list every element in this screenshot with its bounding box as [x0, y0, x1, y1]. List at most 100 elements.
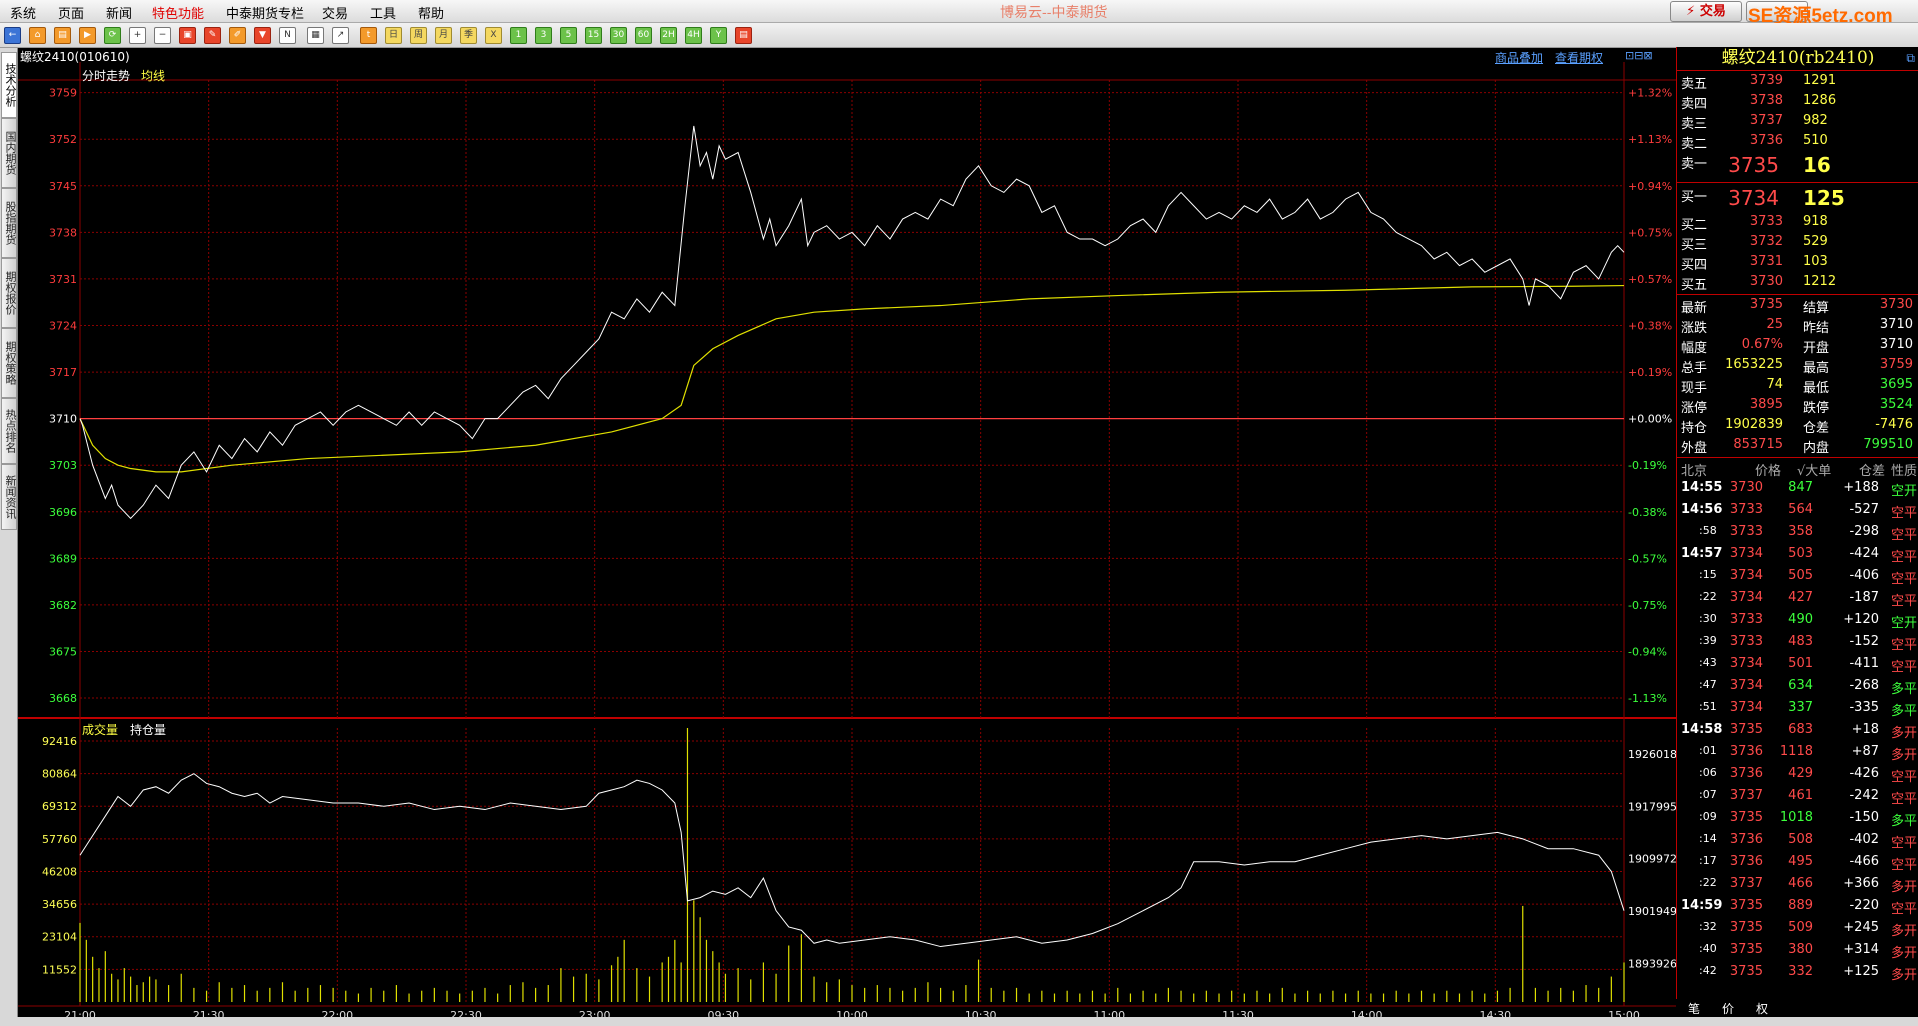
- bid-price: 3730: [1749, 274, 1783, 289]
- tick-tab-0[interactable]: 笔: [1688, 1000, 1700, 1017]
- tick-time: :15: [1699, 568, 1717, 581]
- ask-row[interactable]: 卖三 3737 982: [1677, 112, 1918, 132]
- tick-row[interactable]: 14:59 3735 889 -220 空平: [1677, 897, 1918, 919]
- bid-label: 买四: [1681, 258, 1708, 273]
- bid-label: 买二: [1681, 218, 1708, 233]
- tick-row[interactable]: :15 3734 505 -406 空平: [1677, 567, 1918, 589]
- tick-row[interactable]: 14:58 3735 683 +18 多开: [1677, 721, 1918, 743]
- stat-row[interactable]: 持仓 1902839 仓差 -7476: [1677, 416, 1918, 436]
- bid-row[interactable]: 买三 3732 529: [1677, 233, 1918, 253]
- ticks-header-price: 价格: [1755, 464, 1782, 479]
- stat-row[interactable]: 涨停 3895 跌停 3524: [1677, 396, 1918, 416]
- stat-value: 3759: [1879, 357, 1913, 372]
- stat-label: 结算: [1803, 301, 1830, 316]
- bid-row[interactable]: 买二 3733 918: [1677, 213, 1918, 233]
- tick-price: 3735: [1729, 810, 1763, 825]
- price-tick-label: 3710: [49, 413, 77, 426]
- tick-tab-1[interactable]: 价: [1722, 1000, 1734, 1017]
- tick-row[interactable]: :32 3735 509 +245 多开: [1677, 919, 1918, 941]
- tick-row[interactable]: :39 3733 483 -152 空平: [1677, 633, 1918, 655]
- options-link[interactable]: 查看期权: [1555, 49, 1603, 66]
- stat-value: 3895: [1749, 397, 1783, 412]
- chart-window-controls[interactable]: ⊡⊟⊠: [1625, 49, 1653, 62]
- chart-area[interactable]: 21:00 21:30 22:00 22:30 23:00 09:30 10:00 10:30…: [0, 0, 1676, 1026]
- stat-row[interactable]: 外盘 853715 内盘 799510: [1677, 436, 1918, 456]
- stat-value: 799510: [1863, 437, 1913, 452]
- tick-oi-change: -466: [1849, 854, 1879, 869]
- tick-row[interactable]: 14:56 3733 564 -527 空平: [1677, 501, 1918, 523]
- pct-tick-label: -0.57%: [1628, 552, 1667, 565]
- tick-row[interactable]: :30 3733 490 +120 空开: [1677, 611, 1918, 633]
- tick-price: 3736: [1729, 832, 1763, 847]
- tick-tab-2[interactable]: 权: [1756, 1000, 1768, 1017]
- tick-price: 3735: [1729, 964, 1763, 979]
- price-tick-label: 3724: [49, 319, 77, 332]
- intraday-tab[interactable]: 分时走势: [82, 67, 130, 84]
- tick-oi-change: -406: [1849, 568, 1879, 583]
- tick-price: 3735: [1729, 898, 1763, 913]
- tick-oi-change: -242: [1849, 788, 1879, 803]
- tick-row[interactable]: :58 3733 358 -298 空平: [1677, 523, 1918, 545]
- stat-row[interactable]: 幅度 0.67% 开盘 3710: [1677, 336, 1918, 356]
- tick-row[interactable]: 14:55 3730 847 +188 空开: [1677, 479, 1918, 501]
- tick-oi-change: -335: [1849, 700, 1879, 715]
- avg-line-tab[interactable]: 均线: [141, 67, 165, 84]
- ask-row[interactable]: 卖四 3738 1286: [1677, 92, 1918, 112]
- tick-row[interactable]: :06 3736 429 -426 空平: [1677, 765, 1918, 787]
- panel-restore-icon[interactable]: ⧉: [1906, 51, 1915, 66]
- bid-row[interactable]: 买一 3734 125: [1677, 185, 1918, 213]
- stat-row[interactable]: 涨跌 25 昨结 3710: [1677, 316, 1918, 336]
- bid-row[interactable]: 买四 3731 103: [1677, 253, 1918, 273]
- stat-row[interactable]: 现手 74 最低 3695: [1677, 376, 1918, 396]
- ticks-header-oi: 仓差: [1859, 464, 1886, 479]
- ask-row[interactable]: 卖二 3736 510: [1677, 132, 1918, 152]
- tick-volume: 503: [1788, 546, 1813, 561]
- tick-row[interactable]: 14:57 3734 503 -424 空平: [1677, 545, 1918, 567]
- overlay-link[interactable]: 商品叠加: [1495, 49, 1543, 66]
- tick-volume: 429: [1788, 766, 1813, 781]
- tick-time: :01: [1699, 744, 1717, 757]
- tick-price: 3737: [1729, 788, 1763, 803]
- tick-row[interactable]: :40 3735 380 +314 多开: [1677, 941, 1918, 963]
- tick-row[interactable]: :22 3734 427 -187 空平: [1677, 589, 1918, 611]
- tick-row[interactable]: :14 3736 508 -402 空平: [1677, 831, 1918, 853]
- tick-oi-change: +18: [1851, 722, 1879, 737]
- tick-volume: 509: [1788, 920, 1813, 935]
- stat-value: 3710: [1879, 317, 1913, 332]
- ask-row[interactable]: 卖一 3735 16: [1677, 152, 1918, 180]
- tick-row[interactable]: :42 3735 332 +125 多开: [1677, 963, 1918, 985]
- bid-row[interactable]: 买五 3730 1212: [1677, 273, 1918, 293]
- volume-tab[interactable]: 成交量: [82, 721, 118, 738]
- bid-volume: 529: [1803, 234, 1828, 249]
- tick-row[interactable]: :22 3737 466 +366 多开: [1677, 875, 1918, 897]
- stat-label: 最新: [1681, 301, 1708, 316]
- ask-row[interactable]: 卖五 3739 1291: [1677, 72, 1918, 92]
- tick-row[interactable]: :01 3736 1118 +87 多开: [1677, 743, 1918, 765]
- stat-value: 3524: [1879, 397, 1913, 412]
- tick-volume: 466: [1788, 876, 1813, 891]
- tick-oi-change: +125: [1843, 964, 1879, 979]
- ticks-header[interactable]: 北京 价格 √大单 仓差 性质: [1677, 459, 1918, 479]
- chart-bg: [18, 62, 1676, 1017]
- tick-volume: 889: [1788, 898, 1813, 913]
- tick-row[interactable]: :17 3736 495 -466 空平: [1677, 853, 1918, 875]
- stat-value: 3695: [1879, 377, 1913, 392]
- tick-row[interactable]: :07 3737 461 -242 空平: [1677, 787, 1918, 809]
- tick-row[interactable]: :43 3734 501 -411 空平: [1677, 655, 1918, 677]
- tick-row[interactable]: :09 3735 1018 -150 多平: [1677, 809, 1918, 831]
- tick-volume: 564: [1788, 502, 1813, 517]
- oi-tick-label: 1917995: [1628, 800, 1676, 813]
- tick-time: 14:56: [1681, 502, 1723, 517]
- trade-button[interactable]: ⚡ 交易: [1670, 1, 1742, 22]
- tick-nature: 多开: [1890, 924, 1917, 939]
- tick-oi-change: -411: [1849, 656, 1879, 671]
- tick-time: :32: [1699, 920, 1717, 933]
- stat-row[interactable]: 最新 3735 结算 3730: [1677, 296, 1918, 316]
- tick-oi-change: +87: [1851, 744, 1879, 759]
- tick-nature: 空开: [1890, 484, 1917, 499]
- tick-row[interactable]: :51 3734 337 -335 多平: [1677, 699, 1918, 721]
- tick-row[interactable]: :47 3734 634 -268 多平: [1677, 677, 1918, 699]
- oi-tab[interactable]: 持仓量: [130, 721, 166, 738]
- stat-row[interactable]: 总手 1653225 最高 3759: [1677, 356, 1918, 376]
- bid-price: 3733: [1749, 214, 1783, 229]
